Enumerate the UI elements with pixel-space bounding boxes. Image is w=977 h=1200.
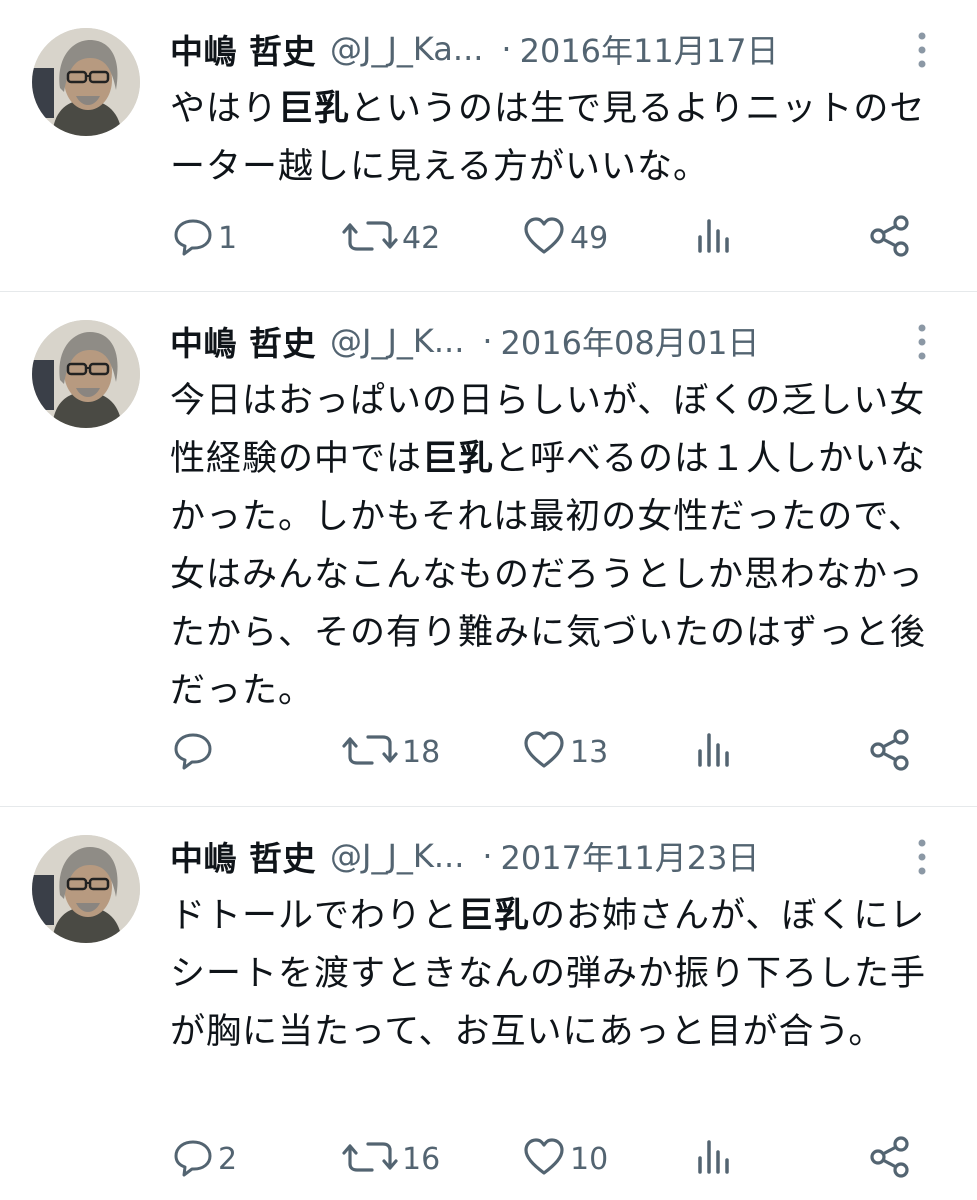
tweet-text: ドトールでわりと巨乳のお姉さんが、ぼくにレシートを渡すときなんの弾みか振り下ろし…: [170, 887, 950, 1061]
tweet-text: やはり巨乳というのは生で見るよりニットのセーター越しに見える方がいいな。: [170, 80, 950, 196]
views-button[interactable]: [694, 728, 734, 776]
heart-icon: [522, 215, 566, 261]
like-count: 49: [570, 220, 609, 256]
like-button[interactable]: 10: [522, 1135, 608, 1183]
separator: ·: [482, 322, 493, 360]
avatar[interactable]: [32, 320, 140, 428]
heart-icon: [522, 1136, 566, 1182]
heart-icon: [522, 729, 566, 775]
reply-button[interactable]: [172, 728, 218, 776]
tweet[interactable]: 中嶋 哲史 @J_J_K... · 2016年08月01日 今日はおっぱいの日ら…: [0, 292, 977, 807]
like-button[interactable]: 49: [522, 214, 608, 262]
author-handle[interactable]: @J_J_Ka...: [330, 30, 483, 68]
text-part: やはり: [170, 89, 279, 129]
retweet-arrows-icon: [342, 1136, 398, 1182]
tweet-date[interactable]: 2016年08月01日: [501, 318, 760, 364]
vertical-dots-icon[interactable]: [907, 322, 937, 362]
tweet-header: 中嶋 哲史 @J_J_K... · 2016年08月01日: [170, 318, 867, 364]
reply-button[interactable]: 2: [172, 1135, 237, 1183]
author-handle[interactable]: @J_J_K...: [330, 837, 464, 875]
separator: ·: [482, 837, 493, 875]
separator: ·: [501, 30, 512, 68]
author-handle[interactable]: @J_J_K...: [330, 322, 464, 360]
retweet-button[interactable]: 16: [342, 1135, 440, 1183]
share-nodes-icon: [868, 1136, 912, 1182]
bar-chart-icon: [694, 215, 734, 261]
retweet-count: 18: [402, 734, 441, 770]
share-nodes-icon: [868, 215, 912, 261]
text-part-bold: 巨乳: [422, 439, 495, 479]
text-part: と呼べるのは１人しかいなかった。しかもそれは最初の女性だったので、女はみんなこん…: [170, 439, 927, 711]
tweet[interactable]: 中嶋 哲史 @J_J_K... · 2017年11月23日 ドトールでわりと巨乳…: [0, 807, 977, 1200]
speech-bubble-icon: [172, 1136, 214, 1182]
share-button[interactable]: [868, 214, 912, 262]
vertical-dots-icon[interactable]: [907, 837, 937, 877]
retweet-arrows-icon: [342, 729, 398, 775]
speech-bubble-icon: [172, 215, 214, 261]
avatar[interactable]: [32, 28, 140, 136]
action-bar: 2 16 10: [172, 1135, 927, 1183]
retweet-count: 42: [402, 220, 441, 256]
tweet-date[interactable]: 2017年11月23日: [501, 833, 760, 879]
reply-button[interactable]: 1: [172, 214, 237, 262]
avatar[interactable]: [32, 835, 140, 943]
retweet-count: 16: [402, 1141, 441, 1177]
retweet-arrows-icon: [342, 215, 398, 261]
share-nodes-icon: [868, 729, 912, 775]
like-count: 10: [570, 1141, 609, 1177]
retweet-button[interactable]: 18: [342, 728, 440, 776]
share-button[interactable]: [868, 728, 912, 776]
reply-count: 1: [218, 220, 238, 256]
tweet-text: 今日はおっぱいの日らしいが、ぼくの乏しい女性経験の中では巨乳と呼べるのは１人しか…: [170, 372, 950, 720]
like-count: 13: [570, 734, 609, 770]
retweet-button[interactable]: 42: [342, 214, 440, 262]
text-part-bold: 巨乳: [458, 896, 531, 936]
vertical-dots-icon[interactable]: [907, 30, 937, 70]
bar-chart-icon: [694, 1136, 734, 1182]
share-button[interactable]: [868, 1135, 912, 1183]
like-button[interactable]: 13: [522, 728, 608, 776]
author-name[interactable]: 中嶋 哲史: [170, 833, 316, 879]
views-button[interactable]: [694, 214, 734, 262]
bar-chart-icon: [694, 729, 734, 775]
tweet-header: 中嶋 哲史 @J_J_K... · 2017年11月23日: [170, 833, 867, 879]
tweet[interactable]: 中嶋 哲史 @J_J_Ka... · 2016年11月17日 やはり巨乳というの…: [0, 0, 977, 292]
text-part-bold: 巨乳: [278, 89, 351, 129]
reply-count: 2: [218, 1141, 238, 1177]
action-bar: 18 13: [172, 728, 927, 776]
action-bar: 1 42 49: [172, 214, 927, 262]
tweet-header: 中嶋 哲史 @J_J_Ka... · 2016年11月17日: [170, 26, 867, 72]
author-name[interactable]: 中嶋 哲史: [170, 318, 316, 364]
text-part: ドトールでわりと: [170, 896, 459, 936]
views-button[interactable]: [694, 1135, 734, 1183]
author-name[interactable]: 中嶋 哲史: [170, 26, 316, 72]
tweet-date[interactable]: 2016年11月17日: [520, 26, 779, 72]
timeline: 中嶋 哲史 @J_J_Ka... · 2016年11月17日 やはり巨乳というの…: [0, 0, 977, 1200]
speech-bubble-icon: [172, 729, 214, 775]
